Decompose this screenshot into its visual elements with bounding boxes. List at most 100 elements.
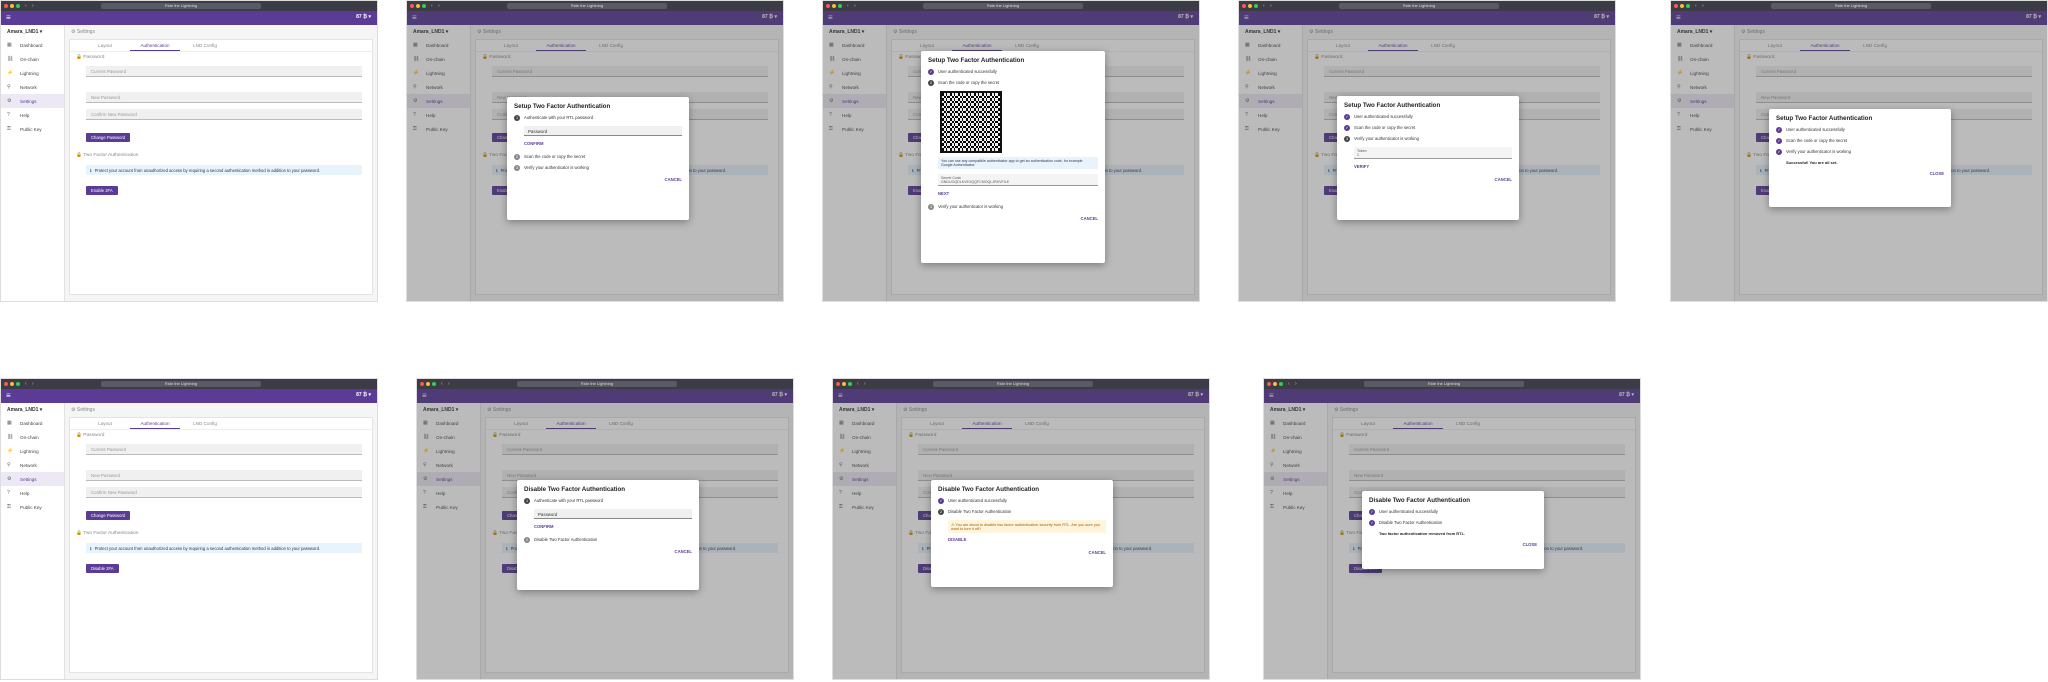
current-password-field[interactable]: Current Password [86,444,362,455]
next-button[interactable]: NEXT [938,191,1098,196]
token-input[interactable]: Token 1 [1354,147,1512,159]
node-selector[interactable]: Amara_LND1 ▾ [1,403,64,416]
sidebar-item-network[interactable]: ⚲ Network [1,80,64,94]
tfa-info: ℹProtect your account from unauthorized … [86,543,362,553]
current-password-field[interactable]: Current Password [86,66,362,77]
cancel-button[interactable]: CANCEL [938,550,1106,555]
browser-nav-icons[interactable]: ‹ › [847,3,858,9]
tab-layout[interactable]: Layout [80,418,130,429]
tab-authentication[interactable]: Authentication [130,418,180,429]
sidebar-item-dashboard[interactable]: ▦ Dashboard [1,38,64,52]
menu-icon[interactable]: ≡ [6,391,11,401]
browser-chrome: ‹ › Ride the Lightning [1239,1,1615,11]
cancel-button[interactable]: CANCEL [524,549,692,554]
cancel-button[interactable]: CANCEL [928,216,1098,221]
screenshot-frame-1: ‹ › Ride the Lightning ≡ 87 ₿ ▾ Amara_LN… [0,0,378,302]
tfa-section-title: 🔒 Two Factor Authentication [76,531,139,536]
sidebar-item-label: Lightning [20,70,39,76]
sidebar-item-label: Help [20,112,30,118]
success-message: Successful! You are all set. [1786,160,1838,165]
sidebar-item-network[interactable]: ⚲ Network [1,458,64,472]
sidebar-item-on-chain[interactable]: ⛓ On-chain [1,430,64,444]
tab-layout[interactable]: Layout [80,40,130,51]
qr-code [940,91,1002,153]
sidebar-item-public-key[interactable]: ⚿ Public Key [1,500,64,514]
password-input[interactable]: Password [524,126,682,136]
disable-button[interactable]: DISABLE [948,537,1106,542]
sidebar-item-lightning[interactable]: ⚡ Lightning [1,66,64,80]
sidebar: Amara_LND1 ▾ ▦ Dashboard ⛓ On-chain ⚡ Lightni… [1,25,65,301]
new-password-field[interactable]: New Password [86,92,362,103]
confirm-button[interactable]: CONFIRM [524,141,682,146]
tab-lnd-config[interactable]: LND Config [180,418,230,429]
close-button[interactable]: CLOSE [1369,542,1537,547]
sidebar-item-label: Settings [20,98,37,104]
browser-nav-icons[interactable]: ‹ › [441,381,452,387]
browser-nav-icons[interactable]: ‹ › [1695,3,1706,9]
browser-nav-icons[interactable]: ‹ › [25,381,36,387]
sidebar-item-help[interactable]: ? Help [1,486,64,500]
password-input[interactable]: Password [534,509,692,519]
browser-chrome: ‹ › Ride the Lightning [1,1,377,11]
screenshot-frame-5: ‹ › Ride the Lightning ≡ 87 ₿ ▾ Amara_LN… [1670,0,2048,302]
sidebar-item-help[interactable]: ? Help [1,108,64,122]
sidebar-item-public-key[interactable]: ⚿ Public Key [1,122,64,136]
enable-2fa-button[interactable]: Enable 2FA [86,186,118,195]
sidebar-item-label: Public Key [20,504,42,510]
browser-chrome: ‹ › Ride the Lightning [417,379,793,389]
sidebar-item-label: On-chain [20,56,39,62]
confirm-button[interactable]: CONFIRM [534,524,692,529]
browser-nav-icons[interactable]: ‹ › [857,381,868,387]
browser-nav-icons[interactable]: ‹ › [25,3,36,9]
browser-nav-icons[interactable]: ‹ › [1263,3,1274,9]
address-bar[interactable]: Ride the Lightning [1339,3,1499,9]
browser-nav-icons[interactable]: ‹ › [1288,381,1299,387]
cancel-button[interactable]: CANCEL [1344,177,1512,182]
address-bar[interactable]: Ride the Lightning [1771,3,1931,9]
balance[interactable]: 87 ₿ ▾ [356,14,371,20]
browser-chrome: ‹ › Ride the Lightning [1264,379,1640,389]
nav-icon: ▦ [7,420,12,426]
sidebar-item-settings[interactable]: ⚙ Settings [1,472,64,486]
disable-warning: ⚠ You are about to disable two factor au… [948,520,1106,533]
balance[interactable]: 87 ₿ ▾ [356,392,371,398]
nav-icon: ⛓ [7,434,14,440]
change-password-button[interactable]: Change Password [86,511,131,520]
sidebar-item-on-chain[interactable]: ⛓ On-chain [1,52,64,66]
settings-card: Layout Authentication LND Config 🔒 Passwor… [69,417,373,673]
tab-authentication[interactable]: Authentication [130,40,180,51]
address-bar[interactable]: Ride the Lightning [923,3,1083,9]
change-password-button[interactable]: Change Password [86,133,131,142]
browser-nav-icons[interactable]: ‹ › [431,3,442,9]
verify-button[interactable]: VERIFY [1354,164,1512,169]
address-bar[interactable]: Ride the Lightning [507,3,667,9]
tfa-section-title: 🔒 Two Factor Authentication [76,153,139,158]
address-bar[interactable]: Ride the Lightning [101,3,261,9]
address-bar[interactable]: Ride the Lightning [933,381,1093,387]
confirm-password-field[interactable]: Confirm New Password [86,109,362,120]
main-content: ⚙ Settings Layout Authentication LND Confi… [65,403,377,679]
cancel-button[interactable]: CANCEL [514,177,682,182]
menu-icon[interactable]: ≡ [6,13,11,23]
nav-icon: ⚿ [7,126,11,132]
secret-code-field[interactable]: Secret Code GNDUOQDLKVEXQQFCMOQLJRKVFILE [938,174,1098,186]
nav-icon: ⚲ [7,462,11,468]
confirm-password-field[interactable]: Confirm New Password [86,487,362,498]
address-bar[interactable]: Ride the Lightning [517,381,677,387]
address-bar[interactable]: Ride the Lightning [1364,381,1524,387]
disable-2fa-button[interactable]: Disable 2FA [86,564,119,573]
nav-icon: ? [7,490,10,496]
sidebar-item-settings[interactable]: ⚙ Settings [1,94,64,108]
sidebar: Amara_LND1 ▾ ▦ Dashboard ⛓ On-chain ⚡ Lightni… [1,403,65,679]
sidebar-item-dashboard[interactable]: ▦ Dashboard [1,416,64,430]
browser-chrome: ‹ › Ride the Lightning [1671,1,2047,11]
screenshot-frame-6: ‹ › Ride the Lightning ≡ 87 ₿ ▾ Amara_LN… [0,378,378,680]
setup-2fa-dialog: Setup Two Factor Authentication ✓ User au… [1769,109,1951,207]
node-selector[interactable]: Amara_LND1 ▾ [1,25,64,38]
address-bar[interactable]: Ride the Lightning [101,381,261,387]
new-password-field[interactable]: New Password [86,470,362,481]
setup-2fa-dialog: Setup Two Factor Authentication 1 Authent… [507,97,689,220]
close-button[interactable]: CLOSE [1776,171,1944,176]
tab-lnd-config[interactable]: LND Config [180,40,230,51]
sidebar-item-lightning[interactable]: ⚡ Lightning [1,444,64,458]
